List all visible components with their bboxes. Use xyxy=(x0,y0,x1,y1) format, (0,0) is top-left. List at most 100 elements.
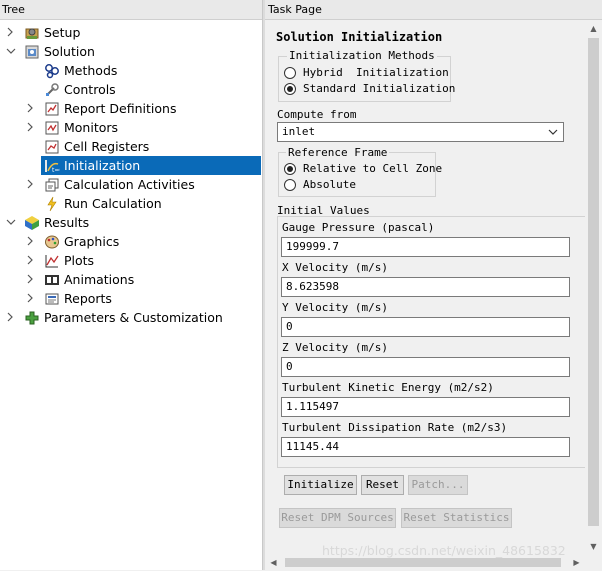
scroll-left-icon[interactable]: ◀ xyxy=(265,554,282,571)
tree-item-methods[interactable]: Methods xyxy=(44,61,262,80)
tree-item-solution[interactable]: Solution xyxy=(6,42,262,61)
compute-from-label: Compute from xyxy=(277,108,357,121)
z-velocity-label: Z Velocity (m/s) xyxy=(282,341,388,354)
tree-panel: Tree Setup Solution Methods Controls Rep… xyxy=(0,0,262,570)
tree-item-reports[interactable]: Reports xyxy=(26,289,262,308)
initialization-methods-group xyxy=(278,56,451,102)
parameters-icon xyxy=(24,310,40,326)
tree-item-label: Solution xyxy=(44,44,95,59)
tree-header: Tree xyxy=(0,0,262,20)
tree-item-report-definitions[interactable]: Report Definitions xyxy=(26,99,262,118)
tree-item-label: Cell Registers xyxy=(64,139,150,154)
z-velocity-field[interactable]: 0 xyxy=(281,357,570,377)
vertical-scrollbar[interactable]: ▲ ▼ xyxy=(585,20,602,555)
chevron-right-icon[interactable] xyxy=(6,23,16,42)
reset-statistics-button[interactable]: Reset Statistics xyxy=(401,508,512,528)
patch-button[interactable]: Patch... xyxy=(408,475,468,495)
chevron-right-icon[interactable] xyxy=(26,118,36,137)
tree-item-cell-registers[interactable]: Cell Registers xyxy=(44,137,262,156)
y-velocity-label: Y Velocity (m/s) xyxy=(282,301,388,314)
radio-label: Hybrid Initialization xyxy=(303,66,449,79)
cell-registers-icon xyxy=(44,139,60,155)
gauge-pressure-field[interactable]: 199999.7 xyxy=(281,237,570,257)
scrollbar-thumb[interactable] xyxy=(285,558,561,567)
reset-dpm-sources-button[interactable]: Reset DPM Sources xyxy=(279,508,396,528)
watermark-text: https://blog.csdn.net/weixin_48615832 xyxy=(322,543,566,558)
radio-label: Standard Initialization xyxy=(303,82,456,95)
chevron-right-icon[interactable] xyxy=(26,289,36,308)
turbulent-kinetic-energy-label: Turbulent Kinetic Energy (m2/s2) xyxy=(282,381,494,394)
tree-item-setup[interactable]: Setup xyxy=(6,23,262,42)
tree-item-initialization[interactable]: t=0 Initialization xyxy=(41,156,261,175)
radio-absolute[interactable]: Absolute xyxy=(284,178,356,191)
radio-hybrid-initialization[interactable]: Hybrid Initialization xyxy=(284,66,449,79)
tree-item-label: Parameters & Customization xyxy=(44,310,223,325)
turbulent-dissipation-rate-label: Turbulent Dissipation Rate (m2/s3) xyxy=(282,421,508,434)
chevron-down-icon[interactable] xyxy=(6,42,16,61)
radio-standard-initialization[interactable]: Standard Initialization xyxy=(284,82,455,95)
reset-button[interactable]: Reset xyxy=(361,475,404,495)
tree-item-run-calculation[interactable]: Run Calculation xyxy=(44,194,262,213)
graphics-icon xyxy=(44,234,60,250)
scroll-right-icon[interactable]: ▶ xyxy=(568,554,585,571)
task-header: Task Page xyxy=(265,0,602,20)
tree-item-plots[interactable]: Plots xyxy=(26,251,262,270)
scroll-up-icon[interactable]: ▲ xyxy=(585,20,602,37)
radio-label: Absolute xyxy=(303,178,356,191)
chevron-right-icon[interactable] xyxy=(26,99,36,118)
report-definitions-icon xyxy=(44,101,60,117)
chevron-right-icon[interactable] xyxy=(26,270,36,289)
compute-from-dropdown[interactable]: inlet xyxy=(277,122,564,142)
chevron-right-icon[interactable] xyxy=(26,251,36,270)
tree-item-graphics[interactable]: Graphics xyxy=(26,232,262,251)
turbulent-dissipation-rate-field[interactable]: 11145.44 xyxy=(281,437,570,457)
tree-item-label: Plots xyxy=(64,253,95,268)
tree-item-animations[interactable]: Animations xyxy=(26,270,262,289)
x-velocity-field[interactable]: 8.623598 xyxy=(281,277,570,297)
x-velocity-label: X Velocity (m/s) xyxy=(282,261,388,274)
reference-frame-label: Reference Frame xyxy=(286,146,390,159)
radio-button[interactable] xyxy=(284,178,296,191)
page-title: Solution Initialization xyxy=(276,30,443,44)
results-icon xyxy=(24,215,40,231)
tree-item-label: Controls xyxy=(64,82,116,97)
tree-item-label: Results xyxy=(44,215,90,230)
tree-item-label: Initialization xyxy=(64,158,141,173)
tree-item-results[interactable]: Results xyxy=(6,213,262,232)
chevron-right-icon[interactable] xyxy=(6,308,16,327)
initialize-button[interactable]: Initialize xyxy=(284,475,357,495)
tree-item-label: Setup xyxy=(44,25,81,40)
tree-item-controls[interactable]: Controls xyxy=(44,80,262,99)
y-velocity-field[interactable]: 0 xyxy=(281,317,570,337)
scrollbar-thumb[interactable] xyxy=(588,38,599,526)
task-panel: Task Page Solution Initialization Initia… xyxy=(265,0,602,570)
radio-button[interactable] xyxy=(284,66,296,79)
scroll-down-icon[interactable]: ▼ xyxy=(585,538,602,555)
setup-icon xyxy=(24,25,40,41)
calculation-activities-icon xyxy=(44,177,60,193)
initialization-icon: t=0 xyxy=(44,158,60,174)
chevron-down-icon[interactable] xyxy=(548,124,558,141)
controls-icon xyxy=(44,82,60,98)
tree-item-calculation-activities[interactable]: Calculation Activities xyxy=(26,175,262,194)
tree-item-label: Run Calculation xyxy=(64,196,162,211)
tree-item-label: Monitors xyxy=(64,120,119,135)
methods-icon xyxy=(44,63,60,79)
chevron-right-icon[interactable] xyxy=(26,175,36,194)
animations-icon xyxy=(44,272,60,288)
tree-item-parameters-customization[interactable]: Parameters & Customization xyxy=(6,308,262,327)
tree-item-monitors[interactable]: Monitors xyxy=(26,118,262,137)
radio-relative-to-cell-zone[interactable]: Relative to Cell Zone xyxy=(284,162,442,175)
solution-icon xyxy=(24,44,40,60)
radio-button[interactable] xyxy=(284,162,296,175)
reports-icon xyxy=(44,291,60,307)
radio-button[interactable] xyxy=(284,82,296,95)
tree-item-label: Reports xyxy=(64,291,112,306)
plots-icon xyxy=(44,253,60,269)
chevron-down-icon[interactable] xyxy=(6,213,16,232)
svg-text:t=0: t=0 xyxy=(52,167,60,174)
tree-item-label: Animations xyxy=(64,272,135,287)
tree-item-label: Report Definitions xyxy=(64,101,177,116)
turbulent-kinetic-energy-field[interactable]: 1.115497 xyxy=(281,397,570,417)
chevron-right-icon[interactable] xyxy=(26,232,36,251)
